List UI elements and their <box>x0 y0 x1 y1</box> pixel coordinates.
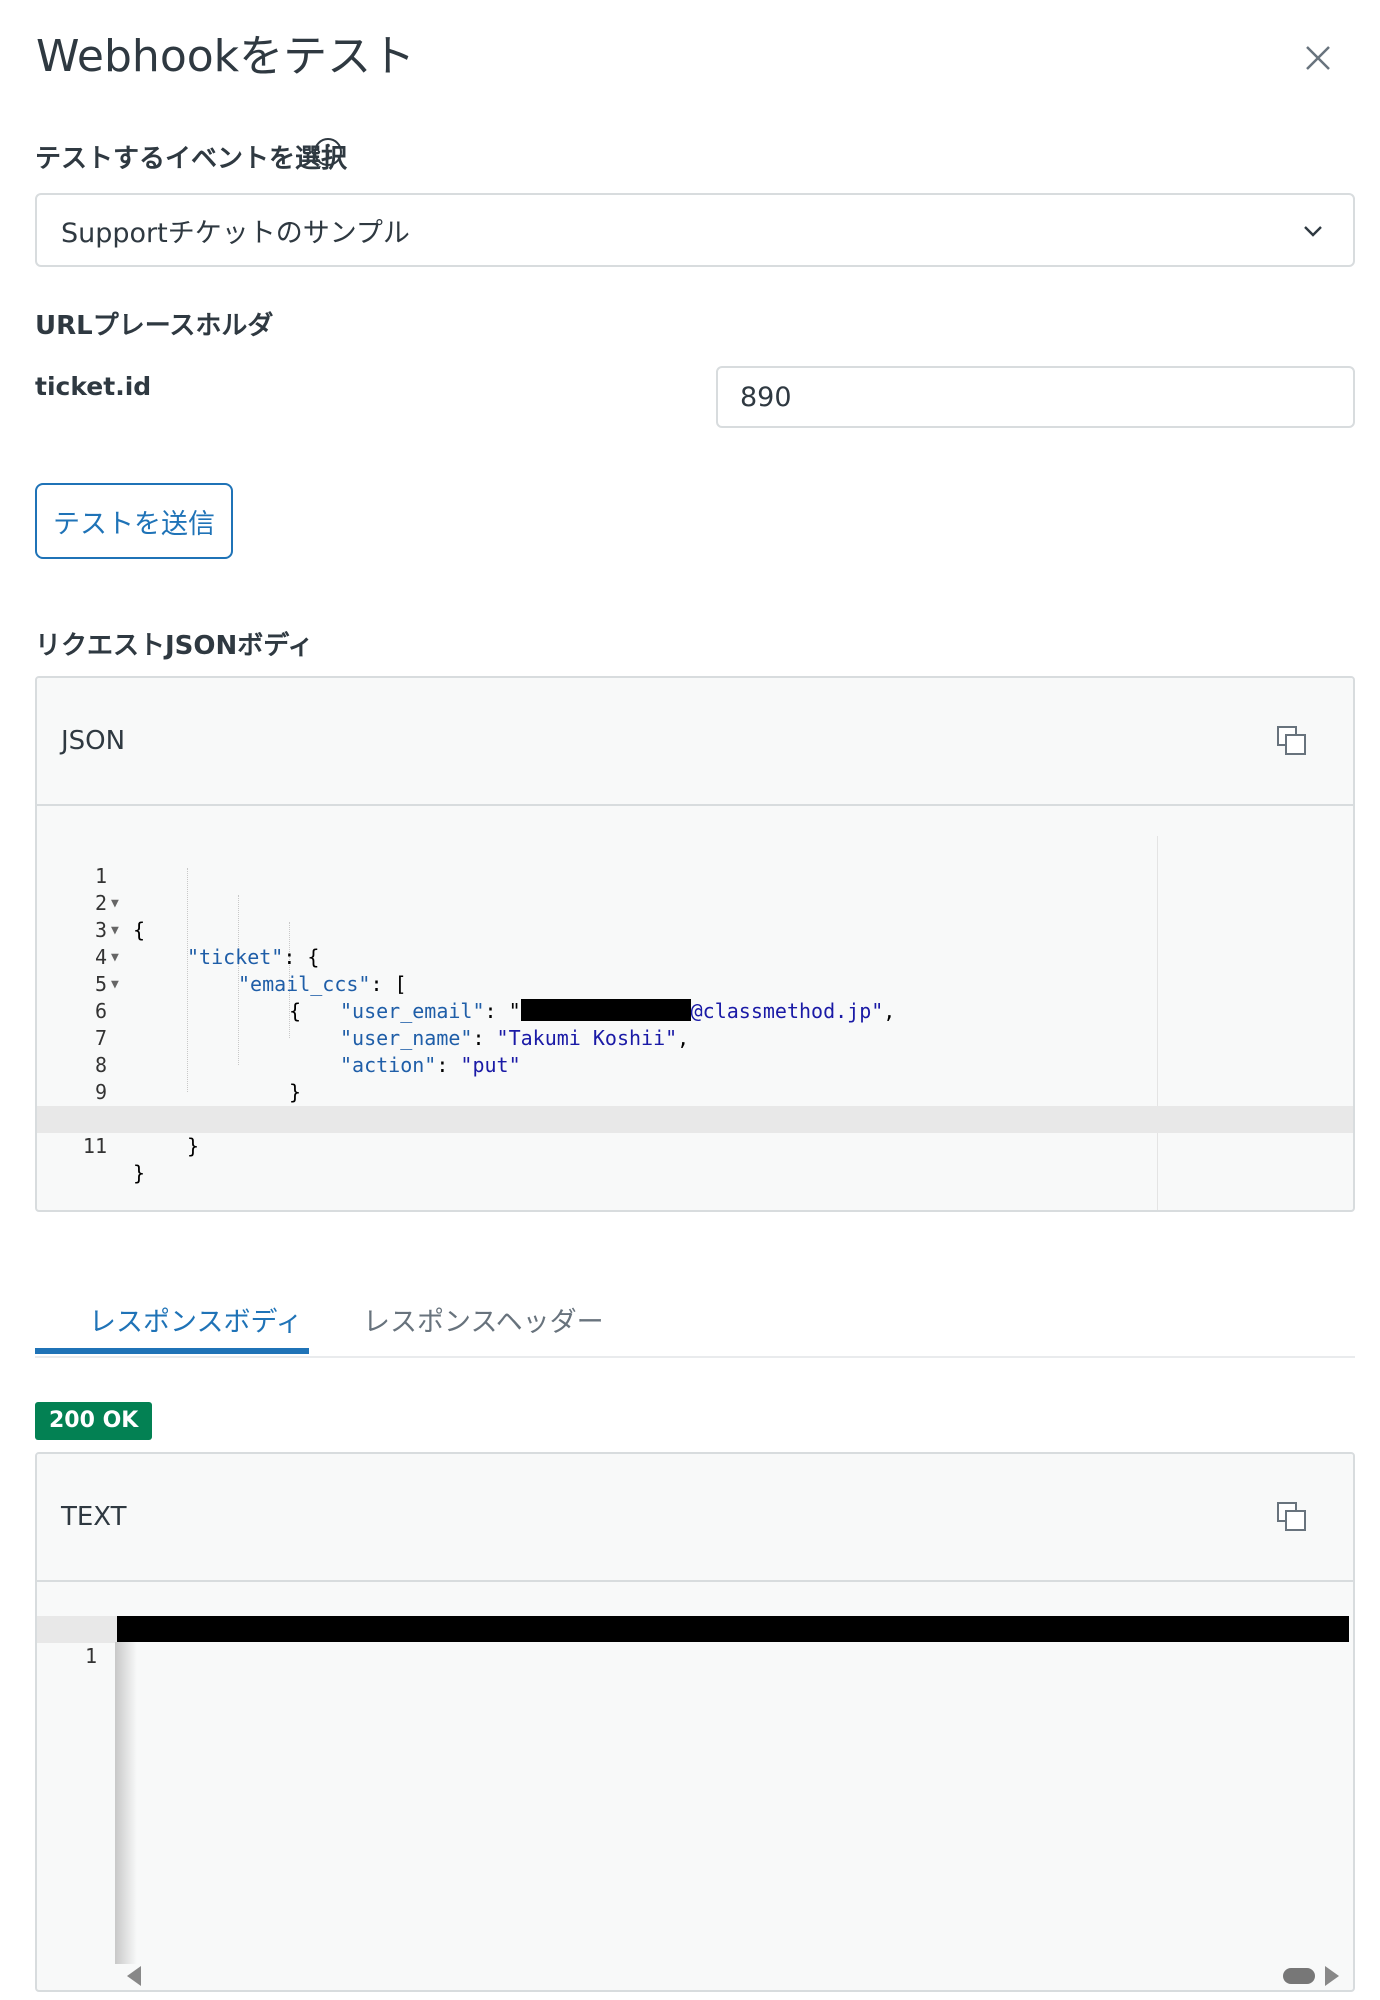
scroll-right-arrow-icon[interactable] <box>1325 1966 1339 1986</box>
gutter-shadow <box>115 1642 137 1964</box>
code-line: 5 "user_email": " @classmethod.jp", <box>37 944 1353 1023</box>
text-panel-label: TEXT <box>61 1502 127 1532</box>
code-line: 7 "action": "put" <box>37 998 1353 1077</box>
copy-icon[interactable] <box>1275 1500 1309 1534</box>
tab-response-body[interactable]: レスポンスボディ <box>89 1300 303 1339</box>
line-number: 1 <box>84 1644 97 1668</box>
copy-icon[interactable] <box>1275 724 1309 758</box>
code-line-active: 11 } <box>37 1106 1353 1185</box>
dialog-title: Webhookをテスト <box>36 31 416 82</box>
json-panel-label: JSON <box>61 726 126 756</box>
json-code-editor[interactable]: 1 ▼ { 2 ▼ "ticket": { 3 ▼ "email_ccs": [… <box>37 806 1353 1210</box>
code-line: 2 ▼ "ticket": { <box>37 863 1353 969</box>
info-icon[interactable] <box>312 136 344 168</box>
ticket-id-input[interactable] <box>716 366 1355 428</box>
code-line: 9 ] <box>37 1052 1353 1131</box>
chevron-down-icon <box>1304 226 1322 237</box>
line-number: 11 <box>82 1134 107 1158</box>
response-code-editor[interactable]: 1 <box>37 1582 1353 1990</box>
send-test-button[interactable]: テストを送信 <box>35 483 233 559</box>
redacted-block <box>117 1616 1349 1642</box>
code-line: 10 } <box>37 1079 1353 1158</box>
response-text-panel: TEXT 1 <box>35 1452 1355 1992</box>
response-panel-header: TEXT <box>37 1454 1353 1582</box>
code-line-active: 1 <box>37 1616 117 1668</box>
code-line: 6 "user_name": "Takumi Koshii", <box>37 971 1353 1050</box>
event-select[interactable]: Supportチケットのサンプル <box>35 193 1355 267</box>
close-icon[interactable] <box>1300 40 1336 76</box>
response-tabs: レスポンスボディ レスポンスヘッダー <box>35 1280 1355 1358</box>
code-line: 3 ▼ "email_ccs": [ <box>37 890 1353 996</box>
url-placeholder-label: URLプレースホルダ <box>35 311 274 341</box>
code-line: 4 ▼ { <box>37 917 1353 1023</box>
horizontal-scrollbar-thumb[interactable] <box>1283 1968 1315 1984</box>
request-panel-header: JSON <box>37 678 1353 806</box>
code-line: 1 ▼ { <box>37 836 1353 942</box>
request-json-panel: JSON 1 ▼ { 2 ▼ "ticket": { 3 ▼ "email_cc… <box>35 676 1355 1212</box>
tab-response-headers[interactable]: レスポンスヘッダー <box>363 1300 604 1339</box>
code-line: 8 } <box>37 1025 1353 1104</box>
request-body-label: リクエストJSONボディ <box>35 631 314 661</box>
status-badge: 200 OK <box>35 1402 153 1440</box>
event-select-label: テストするイベントを選択 <box>35 144 348 174</box>
active-tab-indicator <box>35 1348 309 1354</box>
code-text: } <box>133 1161 146 1185</box>
code-text: } <box>187 1134 200 1158</box>
ticket-id-label: ticket.id <box>35 372 152 401</box>
event-select-value: Supportチケットのサンプル <box>61 217 410 249</box>
scroll-left-arrow-icon[interactable] <box>127 1966 141 1986</box>
